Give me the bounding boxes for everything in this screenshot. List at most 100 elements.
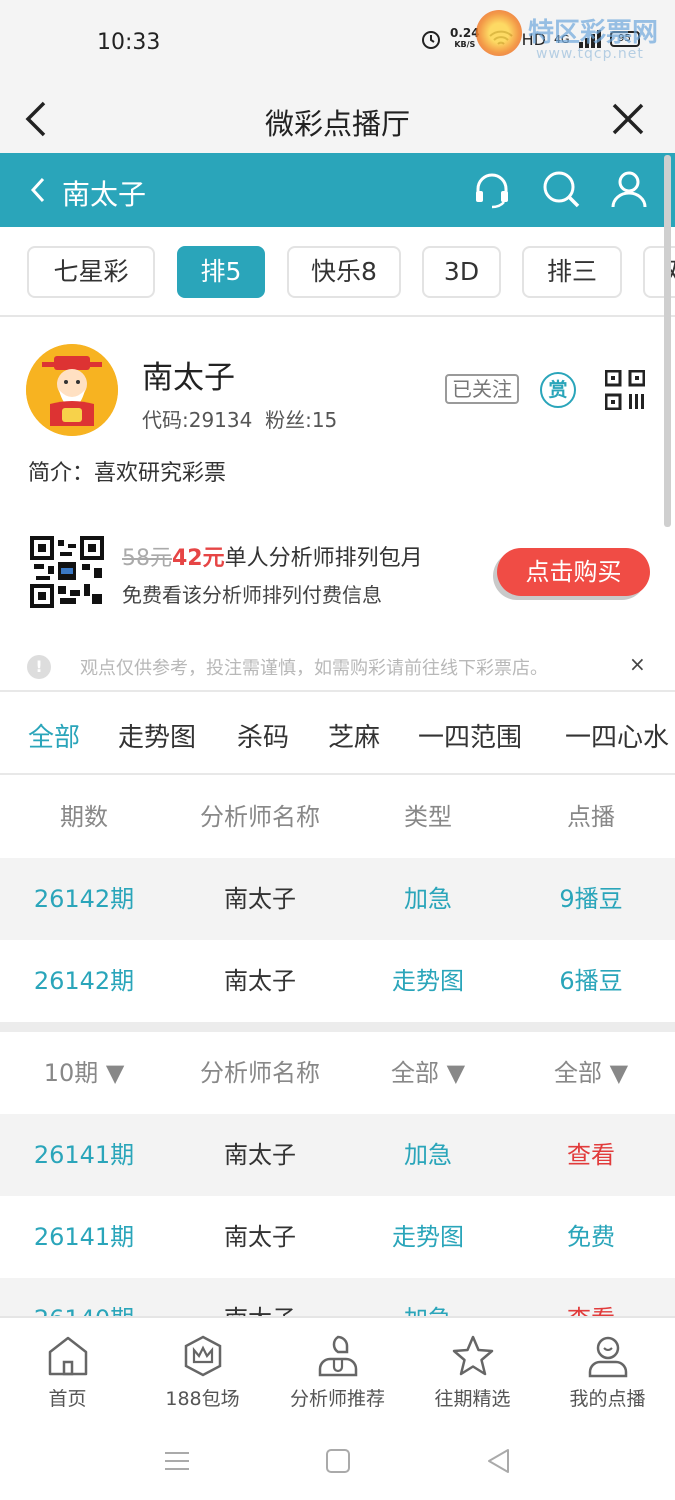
lottery-tab[interactable]: 3D [422,246,501,298]
issue-cell: 26141期 [33,1223,135,1251]
buy-button[interactable]: 点击购买 [497,548,650,596]
qrcode-icon[interactable] [605,370,645,410]
free-button[interactable]: 免费 [520,1196,662,1278]
status-bar: 10:33 0.24 KB/S HD 4G 95 特区彩票网 www.tqcp.n… [0,0,675,85]
watermark-emblem-icon [476,10,522,56]
analyst-cell: 南太子 [224,1141,296,1169]
nav-home[interactable]: 首页 [0,1318,135,1428]
fortune-god-avatar-icon [26,344,118,436]
type-cell: 走势图 [392,967,464,995]
new-price: 42元 [172,546,225,571]
table-header: 期数 分析师名称 类型 点播 [0,776,675,858]
scrollbar[interactable] [664,155,671,527]
star-icon [452,1335,494,1376]
type-cell: 加急 [404,885,452,913]
user-icon[interactable] [609,169,649,209]
info-icon: ! [27,655,51,679]
lottery-tabs: 七星彩 排5 快乐8 3D 排三 双 [0,227,675,317]
section-divider [0,1022,675,1032]
analyst-cell: 南太子 [224,967,296,995]
nav-history[interactable]: 往期精选 [405,1318,540,1428]
analyst-name: 南太子 [142,360,235,396]
category-tab[interactable]: 一四心水 [565,717,669,754]
profile-icon [588,1336,628,1378]
column-header: 类型 [404,803,452,831]
issue-cell: 26142期 [33,885,135,913]
lottery-tab[interactable]: 七星彩 [27,246,155,298]
category-tab[interactable]: 一四范围 [418,717,522,754]
nav-label: 分析师推荐 [289,1388,385,1410]
headset-icon[interactable] [472,169,512,209]
reward-button[interactable]: 赏 [540,372,576,408]
price-button[interactable]: 6播豆 [520,940,662,1022]
analyst-header: 南太子 [0,153,675,227]
analyst-cell: 南太子 [224,1223,296,1251]
type-cell: 加急 [404,1141,452,1169]
column-header: 期数 [60,803,108,831]
close-icon[interactable] [610,101,646,137]
watermark-url: www.tqcp.net [536,46,644,62]
home-square-icon[interactable] [323,1446,353,1476]
filter-header: 10期 ▼ 分析师名称 全部 ▼ 全部 ▼ [0,1032,675,1114]
nav-label: 往期精选 [434,1388,511,1410]
system-nav-bar [0,1426,675,1500]
price-button[interactable]: 9播豆 [520,858,662,940]
nav-recommend[interactable]: 分析师推荐 [270,1318,405,1428]
category-tabs: 全部 走势图 杀码 芝麻 一四范围 一四心水 [0,693,675,775]
search-icon[interactable] [541,169,581,209]
table-row[interactable]: 26142期 南太子 走势图 6播豆 [0,940,675,1022]
watermark-text: 特区彩票网 [528,18,659,48]
analyst-fans: 粉丝:15 [265,408,338,432]
nav-label: 我的点播 [569,1388,646,1410]
nav-label: 首页 [48,1388,87,1410]
title-bar: 微彩点播厅 [0,85,675,153]
disclaimer-bar: ! 观点仅供参考，投注需谨慎，如需购彩请前往线下彩票店。 × [0,640,675,692]
nav-label: 188包场 [165,1388,240,1410]
category-tab[interactable]: 杀码 [237,717,289,754]
disclaimer-text: 观点仅供参考，投注需谨慎，如需购彩请前往线下彩票店。 [80,658,548,679]
table-row[interactable]: 26141期 南太子 加急 查看 [0,1114,675,1196]
close-notice-icon[interactable]: × [629,652,646,676]
table-row[interactable]: 26142期 南太子 加急 9播豆 [0,858,675,940]
home-icon [48,1336,88,1376]
issue-cell: 26141期 [33,1141,135,1169]
promo-subtitle: 免费看该分析师排列付费信息 [122,583,382,607]
analyst-cell: 南太子 [224,885,296,913]
header-title: 南太子 [62,178,147,211]
table-row[interactable]: 26141期 南太子 走势图 免费 [0,1196,675,1278]
analyst-icon [318,1335,358,1377]
category-tab[interactable]: 芝麻 [328,717,380,754]
back-triangle-icon[interactable] [484,1446,514,1476]
promo-plan: 单人分析师排列包月 [224,546,423,571]
header-back-icon[interactable] [28,175,48,205]
analyst-code: 代码:29134 [142,408,253,432]
column-header: 分析师名称 [200,1059,320,1087]
alarm-icon [422,31,440,49]
category-tab-active[interactable]: 全部 [28,717,80,754]
column-header: 分析师名称 [200,803,320,831]
period-filter-dropdown[interactable]: 10期 ▼ [20,1032,148,1114]
lottery-tab[interactable]: 排三 [522,246,622,298]
view-button[interactable]: 查看 [520,1114,662,1196]
type-cell: 走势图 [392,1223,464,1251]
column-header: 点播 [567,803,615,831]
avatar [26,344,118,436]
menu-icon[interactable] [162,1446,192,1476]
issue-cell: 26142期 [33,967,135,995]
follow-button[interactable]: 已关注 [445,374,519,404]
bottom-nav: 首页 188包场 分析师推荐 往期精选 我的点播 [0,1316,675,1426]
old-price: 58元 [122,546,172,571]
promo-title: 58元42元单人分析师排列包月 [122,540,423,572]
nav-mine[interactable]: 我的点播 [540,1318,675,1428]
promo-qrcode-icon [30,536,104,608]
type-filter-dropdown[interactable]: 全部 ▼ [358,1032,498,1114]
category-tab[interactable]: 走势图 [118,717,196,754]
analyst-intro: 简介：喜欢研究彩票 [28,461,227,486]
lottery-tab-active[interactable]: 排5 [177,246,265,298]
nav-package[interactable]: 188包场 [135,1318,270,1428]
analyst-meta: 代码:29134 粉丝:15 [142,404,337,433]
lottery-tab[interactable]: 快乐8 [287,246,401,298]
app-page: 10:33 0.24 KB/S HD 4G 95 特区彩票网 www.tqcp.n… [0,0,675,1500]
crown-icon [184,1335,222,1377]
status-filter-dropdown[interactable]: 全部 ▼ [520,1032,662,1114]
